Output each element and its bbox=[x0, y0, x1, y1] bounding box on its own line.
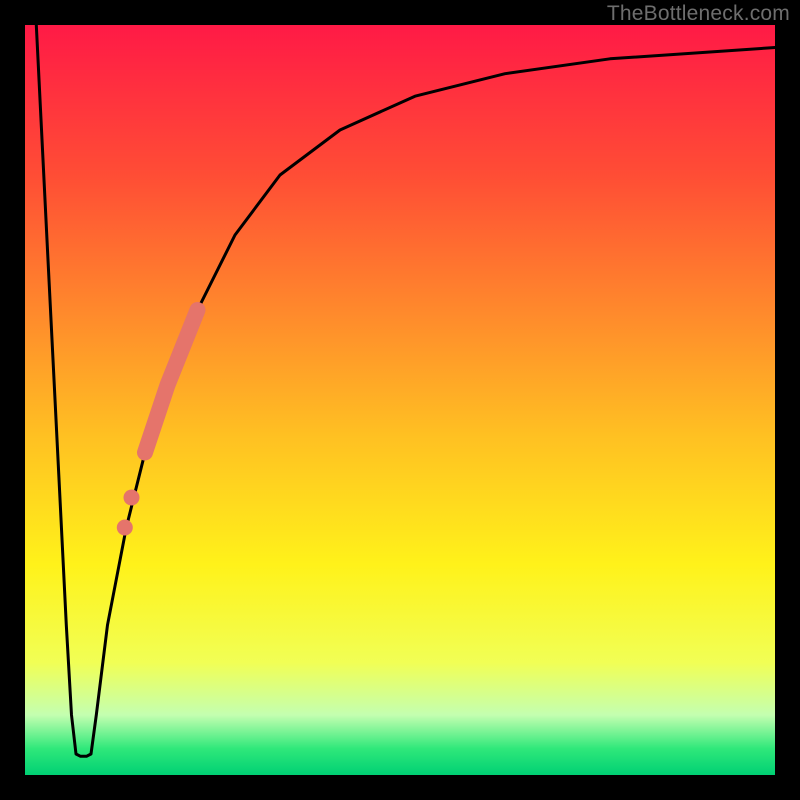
chart-stage: TheBottleneck.com bbox=[0, 0, 800, 800]
plot-background bbox=[25, 25, 775, 775]
bottleneck-chart bbox=[0, 0, 800, 800]
watermark-text: TheBottleneck.com bbox=[607, 2, 790, 26]
